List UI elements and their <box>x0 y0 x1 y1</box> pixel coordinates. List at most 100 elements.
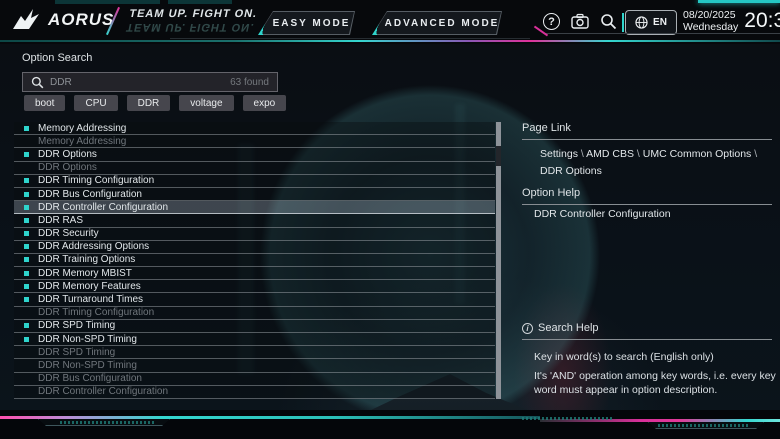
breadcrumb-item[interactable]: UMC Common Options <box>643 148 752 160</box>
aorus-falcon-icon <box>12 7 42 33</box>
search-tag-list: boot CPU DDR voltage expo <box>24 95 286 111</box>
result-label: DDR Timing Configuration <box>38 175 154 186</box>
globe-icon <box>635 16 648 29</box>
tab-advanced-mode[interactable]: ADVANCED MODE <box>372 11 502 35</box>
slogan-reflection: TEAM UP. FIGHT ON. <box>125 21 255 33</box>
date-text: 08/20/2025 <box>683 9 738 21</box>
tab-easy-mode[interactable]: EASY MODE <box>258 11 355 35</box>
result-label: Memory Addressing <box>38 136 126 147</box>
breadcrumb-item[interactable]: DDR Options <box>540 165 602 177</box>
result-label: DDR RAS <box>38 215 83 226</box>
result-row[interactable]: DDR Security <box>14 228 495 241</box>
match-bullet <box>24 257 29 262</box>
result-row[interactable]: Memory Addressing <box>14 135 495 148</box>
match-bullet <box>24 231 29 236</box>
result-row[interactable]: DDR Controller Configuration <box>14 386 495 399</box>
result-row[interactable]: DDR Memory Features <box>14 280 495 293</box>
slogan-block: TEAM UP. FIGHT ON. TEAM UP. FIGHT ON. <box>125 8 258 33</box>
time-text: 20:33 <box>744 9 780 33</box>
result-row[interactable]: DDR Memory MBIST <box>14 267 495 280</box>
header-gradient-line <box>0 40 780 42</box>
decorative-microtext <box>522 417 614 420</box>
screenshot-camera-icon[interactable] <box>571 13 589 30</box>
search-help-header: i Search Help <box>522 322 772 340</box>
slogan-text: TEAM UP. FIGHT ON. <box>128 8 258 20</box>
result-row[interactable]: DDR Non-SPD Timing <box>14 333 495 346</box>
breadcrumb: Settings \ AMD CBS \ UMC Common Options … <box>540 146 774 180</box>
search-help-title: Search Help <box>538 322 599 334</box>
page-link-header: Page Link <box>522 122 772 140</box>
decorative-bar <box>55 0 160 4</box>
weekday-text: Wednesday <box>683 21 738 33</box>
result-row[interactable]: DDR Bus Configuration <box>14 188 495 201</box>
help-icon[interactable]: ? <box>543 13 560 30</box>
result-label: DDR Turnaround Times <box>38 294 143 305</box>
result-row[interactable]: DDR Addressing Options <box>14 241 495 254</box>
search-tag-cpu[interactable]: CPU <box>74 95 117 111</box>
bottom-gradient-left <box>0 416 540 419</box>
bottom-bar <box>0 410 780 439</box>
breadcrumb-item[interactable]: AMD CBS <box>586 148 634 160</box>
result-row[interactable]: DDR RAS <box>14 214 495 227</box>
result-label: DDR Training Options <box>38 254 135 265</box>
search-input[interactable]: DDR 63 found <box>22 72 278 92</box>
search-result-count: 63 found <box>230 77 269 88</box>
match-bullet <box>24 152 29 157</box>
option-help-text: DDR Controller Configuration <box>534 208 671 220</box>
result-row[interactable]: DDR Turnaround Times <box>14 293 495 306</box>
result-row[interactable]: DDR SPD Timing <box>14 346 495 359</box>
language-label: EN <box>653 17 667 28</box>
match-bullet <box>24 284 29 289</box>
results-scrollbar[interactable] <box>496 122 501 399</box>
search-tag-ddr[interactable]: DDR <box>127 95 171 111</box>
option-search-label: Option Search <box>22 52 92 64</box>
result-row[interactable]: DDR Options <box>14 162 495 175</box>
result-label: DDR Memory Features <box>38 281 141 292</box>
search-tag-expo[interactable]: expo <box>243 95 287 111</box>
breadcrumb-separator: \ <box>634 148 643 160</box>
decorative-microtext <box>60 421 155 424</box>
decorative-bar <box>168 0 232 4</box>
match-bullet <box>24 205 29 210</box>
decorative-microtext <box>658 424 750 427</box>
match-bullet <box>24 218 29 223</box>
result-label: DDR Controller Configuration <box>38 386 168 397</box>
search-help-line2: It's 'AND' operation among key words, i.… <box>534 369 776 397</box>
result-label: DDR Non-SPD Timing <box>38 334 137 345</box>
result-label: DDR SPD Timing <box>38 320 115 331</box>
scrollbar-thumb[interactable] <box>496 146 501 166</box>
result-row[interactable]: DDR Options <box>14 148 495 161</box>
match-bullet <box>24 126 29 131</box>
datetime-block: 08/20/2025 Wednesday 20:33 <box>683 9 780 33</box>
match-bullet <box>24 244 29 249</box>
option-help-header: Option Help <box>522 187 772 205</box>
result-row[interactable]: DDR Timing Configuration <box>14 175 495 188</box>
result-label: DDR Options <box>38 162 97 173</box>
result-row[interactable]: Memory Addressing <box>14 122 495 135</box>
breadcrumb-separator: \ <box>578 148 586 160</box>
breadcrumb-item[interactable]: Settings <box>540 148 578 160</box>
result-label: DDR Timing Configuration <box>38 307 154 318</box>
info-icon: i <box>522 323 533 334</box>
language-button[interactable]: EN <box>625 10 677 35</box>
tab-label: EASY MODE <box>263 18 351 29</box>
result-row[interactable]: DDR SPD Timing <box>14 320 495 333</box>
result-label: DDR Security <box>38 228 99 239</box>
decorative-bar <box>698 0 780 3</box>
match-bullet <box>24 178 29 183</box>
decorative-line <box>170 38 530 39</box>
match-bullet <box>24 297 29 302</box>
result-row[interactable]: DDR Training Options <box>14 254 495 267</box>
result-label: DDR Non-SPD Timing <box>38 360 137 371</box>
search-icon[interactable] <box>600 13 617 30</box>
result-row[interactable]: DDR Controller Configuration <box>14 201 495 214</box>
result-row[interactable]: DDR Non-SPD Timing <box>14 359 495 372</box>
match-bullet <box>24 192 29 197</box>
search-tag-voltage[interactable]: voltage <box>179 95 233 111</box>
search-tag-boot[interactable]: boot <box>24 95 65 111</box>
header-bar: AORUS TEAM UP. FIGHT ON. TEAM UP. FIGHT … <box>0 0 780 44</box>
result-row[interactable]: DDR Bus Configuration <box>14 373 495 386</box>
tab-label: ADVANCED MODE <box>375 18 500 29</box>
result-label: DDR SPD Timing <box>38 347 115 358</box>
result-row[interactable]: DDR Timing Configuration <box>14 307 495 320</box>
